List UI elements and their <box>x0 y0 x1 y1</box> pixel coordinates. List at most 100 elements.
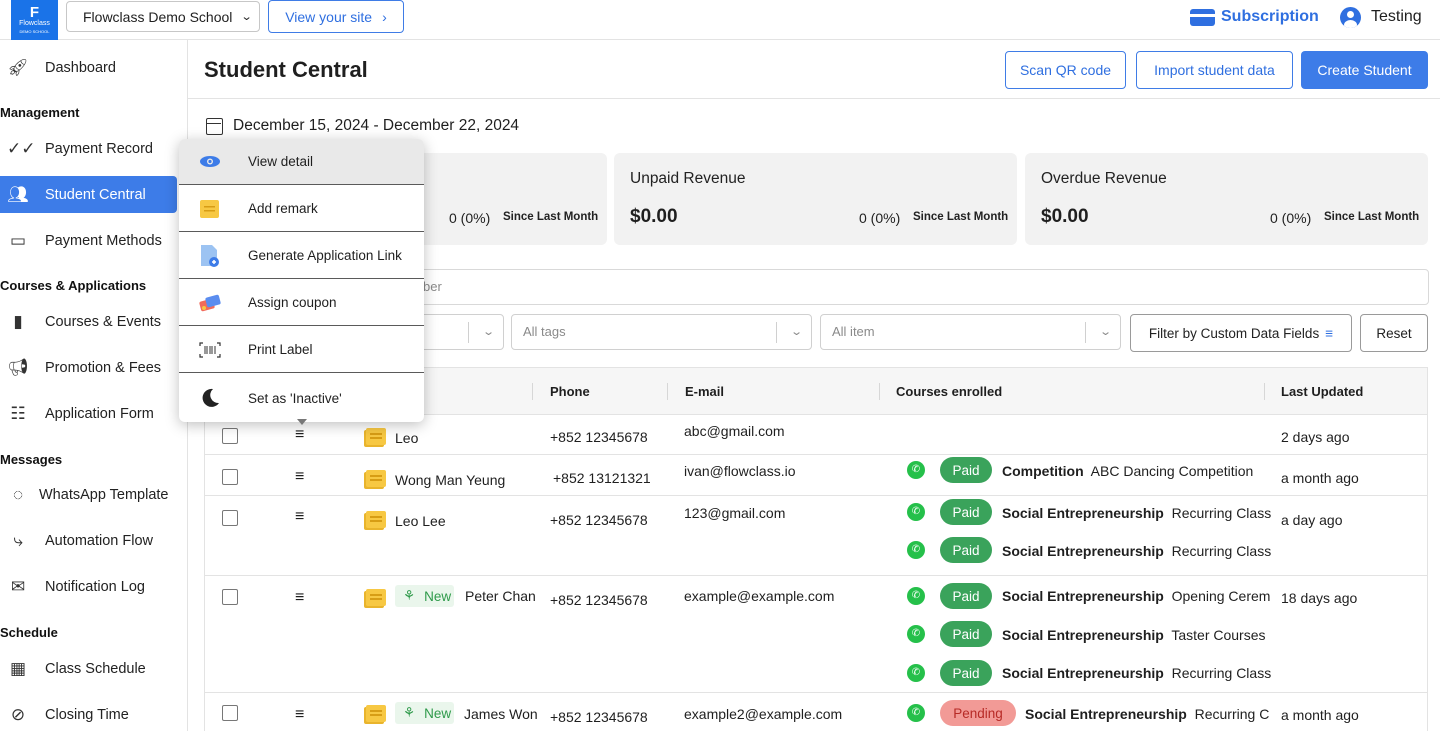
school-selector[interactable]: Flowclass Demo School ⌄ <box>66 1 260 32</box>
user-name: Testing <box>1371 8 1422 25</box>
course-enrolled[interactable]: Social Entrepreneurship Taster Courses <box>1002 627 1266 643</box>
whatsapp-icon[interactable]: ✆ <box>907 704 925 722</box>
whatsapp-icon[interactable]: ✆ <box>907 587 925 605</box>
filter-custom-fields-button[interactable]: Filter by Custom Data Fields ≡ <box>1130 314 1352 352</box>
row-checkbox[interactable] <box>222 510 238 526</box>
view-site-button[interactable]: View your site › <box>268 0 404 33</box>
row-menu-icon[interactable]: ≡ <box>295 706 304 724</box>
row-checkbox[interactable] <box>222 705 238 721</box>
sidebar-item-label: WhatsApp Template <box>39 486 169 503</box>
menu-item-set-inactive[interactable]: Set as 'Inactive' <box>179 375 424 421</box>
column-courses[interactable]: Courses enrolled <box>896 384 1002 399</box>
whatsapp-icon[interactable]: ✆ <box>907 541 925 559</box>
date-range-picker[interactable]: December 15, 2024 - December 22, 2024 <box>206 117 519 135</box>
row-menu-icon[interactable]: ≡ <box>295 468 304 486</box>
remark-note-icon[interactable] <box>366 428 386 445</box>
row-checkbox[interactable] <box>222 428 238 444</box>
calendar-icon <box>206 117 223 135</box>
sidebar-item-class-schedule[interactable]: ▦ Class Schedule <box>0 650 177 687</box>
menu-item-view-detail[interactable]: View detail <box>179 139 424 185</box>
row-menu-icon[interactable]: ≡ <box>295 426 304 444</box>
sidebar-item-promotion-fees[interactable]: 📢︎ Promotion & Fees <box>0 349 177 386</box>
sidebar-item-notification-log[interactable]: ✉ Notification Log <box>0 568 177 605</box>
status-pill-pending: Pending <box>940 700 1016 726</box>
sidebar-item-application-form[interactable]: ☷ Application Form <box>0 395 177 432</box>
whatsapp-icon[interactable]: ✆ <box>907 664 925 682</box>
sidebar-item-courses-events[interactable]: ▮ Courses & Events <box>0 303 177 340</box>
subscription-link[interactable]: Subscription <box>1190 6 1319 28</box>
date-range-text: December 15, 2024 - December 22, 2024 <box>233 117 520 134</box>
credit-card-icon <box>1190 8 1215 26</box>
table-row[interactable]: ≡ Wong Man Yeung +852 13121321 ivan@flow… <box>205 455 1427 496</box>
course-enrolled[interactable]: Social Entrepreneurship Opening Cerem <box>1002 588 1270 604</box>
menu-item-label: Print Label <box>248 342 313 357</box>
row-menu-icon[interactable]: ≡ <box>295 589 304 607</box>
menu-item-label: Add remark <box>248 201 318 216</box>
sidebar-item-closing-time[interactable]: ⊘ Closing Time <box>0 696 177 733</box>
column-email[interactable]: E-mail <box>685 384 724 399</box>
status-dropdown[interactable]: ⌄ <box>410 314 504 350</box>
student-name[interactable]: Wong Man Yeung <box>395 472 505 488</box>
new-label: New <box>424 705 452 721</box>
sidebar: 🚀︎ Dashboard Management ✓✓ Payment Recor… <box>0 40 188 731</box>
table-row[interactable]: ≡ ⚘ New Peter Chan +852 12345678 example@… <box>205 576 1427 693</box>
create-student-button[interactable]: Create Student <box>1301 51 1428 89</box>
remark-note-icon[interactable] <box>366 511 386 528</box>
column-last-updated[interactable]: Last Updated <box>1281 384 1363 399</box>
sidebar-item-payment-methods[interactable]: ▭ Payment Methods <box>0 222 177 259</box>
course-enrolled[interactable]: Social Entrepreneurship Recurring Class <box>1002 505 1271 521</box>
logo-subtext: DEMO SCHOOL <box>19 28 50 34</box>
column-divider <box>1264 383 1265 400</box>
row-checkbox[interactable] <box>222 589 238 605</box>
item-dropdown[interactable]: All item ⌄ <box>820 314 1121 350</box>
search-input[interactable]: ber <box>410 269 1429 305</box>
table-row[interactable]: ≡ ⚘ New James Won +852 12345678 example2@… <box>205 693 1427 731</box>
course-enrolled[interactable]: Social Entrepreneurship Recurring Class <box>1002 543 1271 559</box>
user-menu[interactable]: Testing <box>1340 6 1422 28</box>
remark-note-icon[interactable] <box>366 705 386 722</box>
sidebar-item-automation-flow[interactable]: ⤷ Automation Flow <box>0 522 177 559</box>
course-name: Recurring C <box>1194 706 1270 722</box>
sidebar-item-dashboard[interactable]: 🚀︎ Dashboard <box>0 49 177 86</box>
moon-icon <box>195 387 225 409</box>
student-name[interactable]: Peter Chan <box>465 588 536 604</box>
stat-card-unpaid: Unpaid Revenue $0.00 0 (0%) Since Last M… <box>614 153 1017 245</box>
remark-note-icon[interactable] <box>366 589 386 606</box>
scan-qr-button[interactable]: Scan QR code <box>1005 51 1126 89</box>
menu-item-assign-coupon[interactable]: Assign coupon <box>179 280 424 326</box>
table-row[interactable]: ≡ Leo Lee +852 12345678 123@gmail.com ✆ … <box>205 496 1427 576</box>
whatsapp-icon[interactable]: ✆ <box>907 461 925 479</box>
sidebar-item-student-central[interactable]: 👥︎ Student Central <box>0 176 177 213</box>
import-student-data-button[interactable]: Import student data <box>1136 51 1293 89</box>
student-email: abc@gmail.com <box>684 423 785 439</box>
course-enrolled[interactable]: Social Entrepreneurship Recurring Class <box>1002 665 1271 681</box>
tags-dropdown[interactable]: All tags ⌄ <box>511 314 812 350</box>
student-email: ivan@flowclass.io <box>684 463 796 479</box>
form-icon: ☷ <box>10 403 26 423</box>
menu-item-generate-link[interactable]: Generate Application Link <box>179 233 424 279</box>
menu-item-add-remark[interactable]: Add remark <box>179 186 424 232</box>
student-name[interactable]: Leo <box>395 430 418 446</box>
course-enrolled[interactable]: Competition ABC Dancing Competition <box>1002 463 1253 479</box>
student-name[interactable]: Leo Lee <box>395 513 446 529</box>
sidebar-item-whatsapp-template[interactable]: ◌ WhatsApp Template <box>0 476 177 513</box>
card-change: 0 (0%) <box>1270 210 1312 226</box>
card-value: $0.00 <box>1041 206 1089 227</box>
remark-note-icon[interactable] <box>366 470 386 487</box>
student-email: 123@gmail.com <box>684 505 786 521</box>
sidebar-item-payment-record[interactable]: ✓✓ Payment Record <box>0 130 177 167</box>
sidebar-item-label: Payment Record <box>45 140 153 157</box>
reset-button[interactable]: Reset <box>1360 314 1428 352</box>
student-email: example2@example.com <box>684 706 843 722</box>
dropdown-divider <box>1085 322 1086 343</box>
flowclass-logo[interactable]: F Flowclass DEMO SCHOOL <box>11 0 58 40</box>
row-checkbox[interactable] <box>222 469 238 485</box>
whatsapp-icon[interactable]: ✆ <box>907 503 925 521</box>
subscription-label: Subscription <box>1221 8 1319 25</box>
menu-item-print-label[interactable]: Print Label <box>179 327 424 373</box>
student-name[interactable]: James Won <box>464 706 538 722</box>
column-phone[interactable]: Phone <box>550 384 590 399</box>
whatsapp-icon[interactable]: ✆ <box>907 625 925 643</box>
row-menu-icon[interactable]: ≡ <box>295 508 304 526</box>
course-enrolled[interactable]: Social Entrepreneurship Recurring C <box>1025 706 1269 722</box>
